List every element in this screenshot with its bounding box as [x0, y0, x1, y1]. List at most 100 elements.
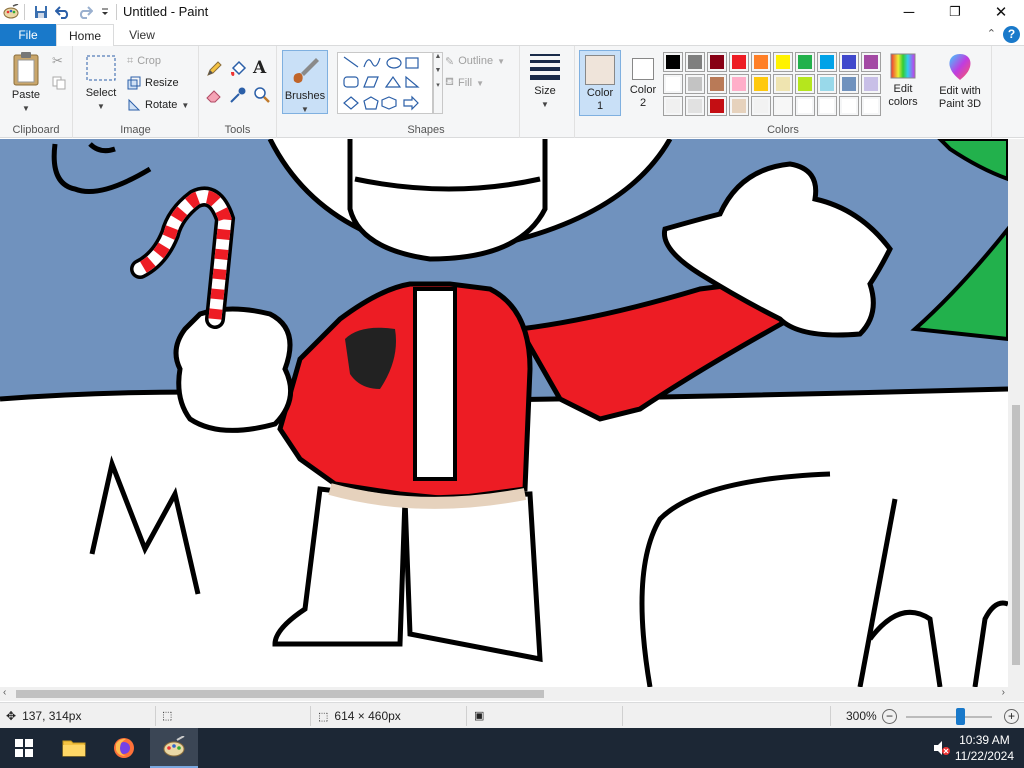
- palette-swatch[interactable]: [707, 52, 727, 72]
- zoom-out-button[interactable]: −: [882, 709, 897, 724]
- palette-swatch[interactable]: [817, 96, 837, 116]
- horizontal-scrollbar[interactable]: ‹ ›: [0, 687, 1008, 701]
- undo-icon[interactable]: [54, 3, 72, 21]
- minimize-button[interactable]: ─: [886, 0, 932, 24]
- palette-swatch[interactable]: [707, 96, 727, 116]
- palette-swatch[interactable]: [861, 52, 881, 72]
- brushes-button[interactable]: Brushes ▼: [282, 50, 328, 114]
- palette-swatch[interactable]: [685, 52, 705, 72]
- fill-button[interactable]: ⛾ Fill ▼: [445, 74, 484, 92]
- redo-icon[interactable]: [76, 3, 94, 21]
- copy-button[interactable]: [52, 74, 66, 92]
- vertical-scroll-thumb[interactable]: [1012, 405, 1020, 665]
- pencil-icon[interactable]: [205, 60, 225, 80]
- palette-swatch[interactable]: [839, 96, 859, 116]
- tab-home[interactable]: Home: [56, 24, 114, 47]
- palette-swatch[interactable]: [685, 74, 705, 94]
- palette-swatch-color: [864, 55, 878, 69]
- size-button[interactable]: Size ▼: [524, 52, 566, 110]
- cut-button[interactable]: ✂: [52, 52, 63, 70]
- palette-swatch[interactable]: [861, 96, 881, 116]
- palette-swatch[interactable]: [663, 96, 683, 116]
- zoom-in-button[interactable]: +: [1004, 709, 1019, 724]
- palette-swatch[interactable]: [861, 74, 881, 94]
- palette-swatch[interactable]: [751, 74, 771, 94]
- palette-swatch[interactable]: [795, 74, 815, 94]
- tab-view[interactable]: View: [114, 24, 170, 46]
- rotate-button[interactable]: Rotate ▼: [127, 96, 189, 114]
- vertical-scrollbar[interactable]: [1008, 139, 1024, 687]
- palette-swatch-color: [754, 55, 768, 69]
- text-tool-icon[interactable]: A: [253, 58, 273, 78]
- palette-swatch[interactable]: [729, 52, 749, 72]
- firefox-button[interactable]: [100, 728, 148, 768]
- system-clock[interactable]: 10:39 AM 11/22/2024: [955, 732, 1014, 764]
- palette-swatch[interactable]: [751, 52, 771, 72]
- select-button[interactable]: Select ▼: [81, 54, 121, 112]
- palette-swatch[interactable]: [663, 52, 683, 72]
- resize-button[interactable]: Resize: [127, 74, 179, 92]
- edit-with-paint3d-button[interactable]: Edit with Paint 3D: [932, 52, 988, 111]
- palette-swatch[interactable]: [795, 96, 815, 116]
- palette-swatch[interactable]: [663, 74, 683, 94]
- collapse-ribbon-icon[interactable]: ⌃: [987, 27, 996, 40]
- file-explorer-button[interactable]: [50, 728, 98, 768]
- tab-file[interactable]: File: [0, 24, 56, 46]
- save-icon[interactable]: [32, 3, 50, 21]
- palette-swatch-color: [776, 99, 790, 113]
- color2-button[interactable]: Color 2: [623, 50, 663, 116]
- fill-label: Fill: [458, 77, 473, 89]
- scroll-right-icon[interactable]: ›: [1002, 687, 1005, 698]
- palette-swatch[interactable]: [795, 52, 815, 72]
- palette-swatch[interactable]: [751, 96, 771, 116]
- canvas-workspace[interactable]: [0, 139, 1008, 687]
- eraser-icon[interactable]: [205, 86, 225, 106]
- palette-swatch[interactable]: [839, 74, 859, 94]
- paste-button[interactable]: Paste ▼: [6, 50, 46, 114]
- size-label: Size: [534, 85, 556, 97]
- crop-button[interactable]: ⌗ Crop: [127, 52, 161, 70]
- palette-swatch[interactable]: [707, 74, 727, 94]
- palette-swatch-color: [688, 55, 702, 69]
- horizontal-scroll-thumb[interactable]: [16, 690, 544, 698]
- ribbon-tabs: File Home View ⌃ ?: [0, 24, 1024, 47]
- color-picker-icon[interactable]: [229, 86, 249, 106]
- color2-label: Color: [629, 84, 657, 96]
- shapes-scroll[interactable]: ▲ ▼ ▾: [433, 52, 443, 114]
- palette-swatch[interactable]: [729, 74, 749, 94]
- zoom-slider-thumb[interactable]: [956, 708, 965, 725]
- palette-swatch[interactable]: [817, 52, 837, 72]
- paint-app-icon[interactable]: [2, 3, 20, 21]
- start-button[interactable]: [0, 728, 48, 768]
- speaker-muted-icon[interactable]: [932, 740, 950, 759]
- palette-swatch[interactable]: [839, 52, 859, 72]
- zoom-slider-track[interactable]: [906, 716, 992, 718]
- palette-swatch-color: [710, 99, 724, 113]
- fill-bucket-icon[interactable]: [229, 60, 249, 80]
- palette-swatch[interactable]: [773, 74, 793, 94]
- color1-button[interactable]: Color 1: [579, 50, 621, 116]
- brush-icon: [293, 58, 319, 83]
- palette-swatch[interactable]: [729, 96, 749, 116]
- help-icon[interactable]: ?: [1003, 26, 1020, 43]
- palette-swatch[interactable]: [773, 52, 793, 72]
- drawing-canvas[interactable]: [0, 139, 1008, 687]
- paint-taskbar-button[interactable]: [150, 728, 198, 768]
- paint3d-label-1: Edit with: [939, 85, 981, 97]
- close-button[interactable]: ✕: [978, 0, 1024, 24]
- outline-dropdown-icon: ▼: [497, 56, 505, 66]
- palette-swatch-color: [776, 77, 790, 91]
- palette-swatch-color: [842, 99, 856, 113]
- palette-swatch[interactable]: [685, 96, 705, 116]
- palette-swatch[interactable]: [773, 96, 793, 116]
- scroll-left-icon[interactable]: ‹: [3, 687, 6, 698]
- shapes-gallery[interactable]: [337, 52, 433, 114]
- maximize-button[interactable]: ❐: [932, 0, 978, 24]
- magnifier-icon[interactable]: [253, 86, 273, 106]
- palette-swatch-color: [710, 77, 724, 91]
- customize-quick-access-icon[interactable]: [96, 3, 114, 21]
- edit-colors-button[interactable]: Edit colors: [883, 52, 923, 109]
- palette-swatch-color: [710, 55, 724, 69]
- palette-swatch[interactable]: [817, 74, 837, 94]
- outline-button[interactable]: ✎ Outline ▼: [445, 52, 505, 70]
